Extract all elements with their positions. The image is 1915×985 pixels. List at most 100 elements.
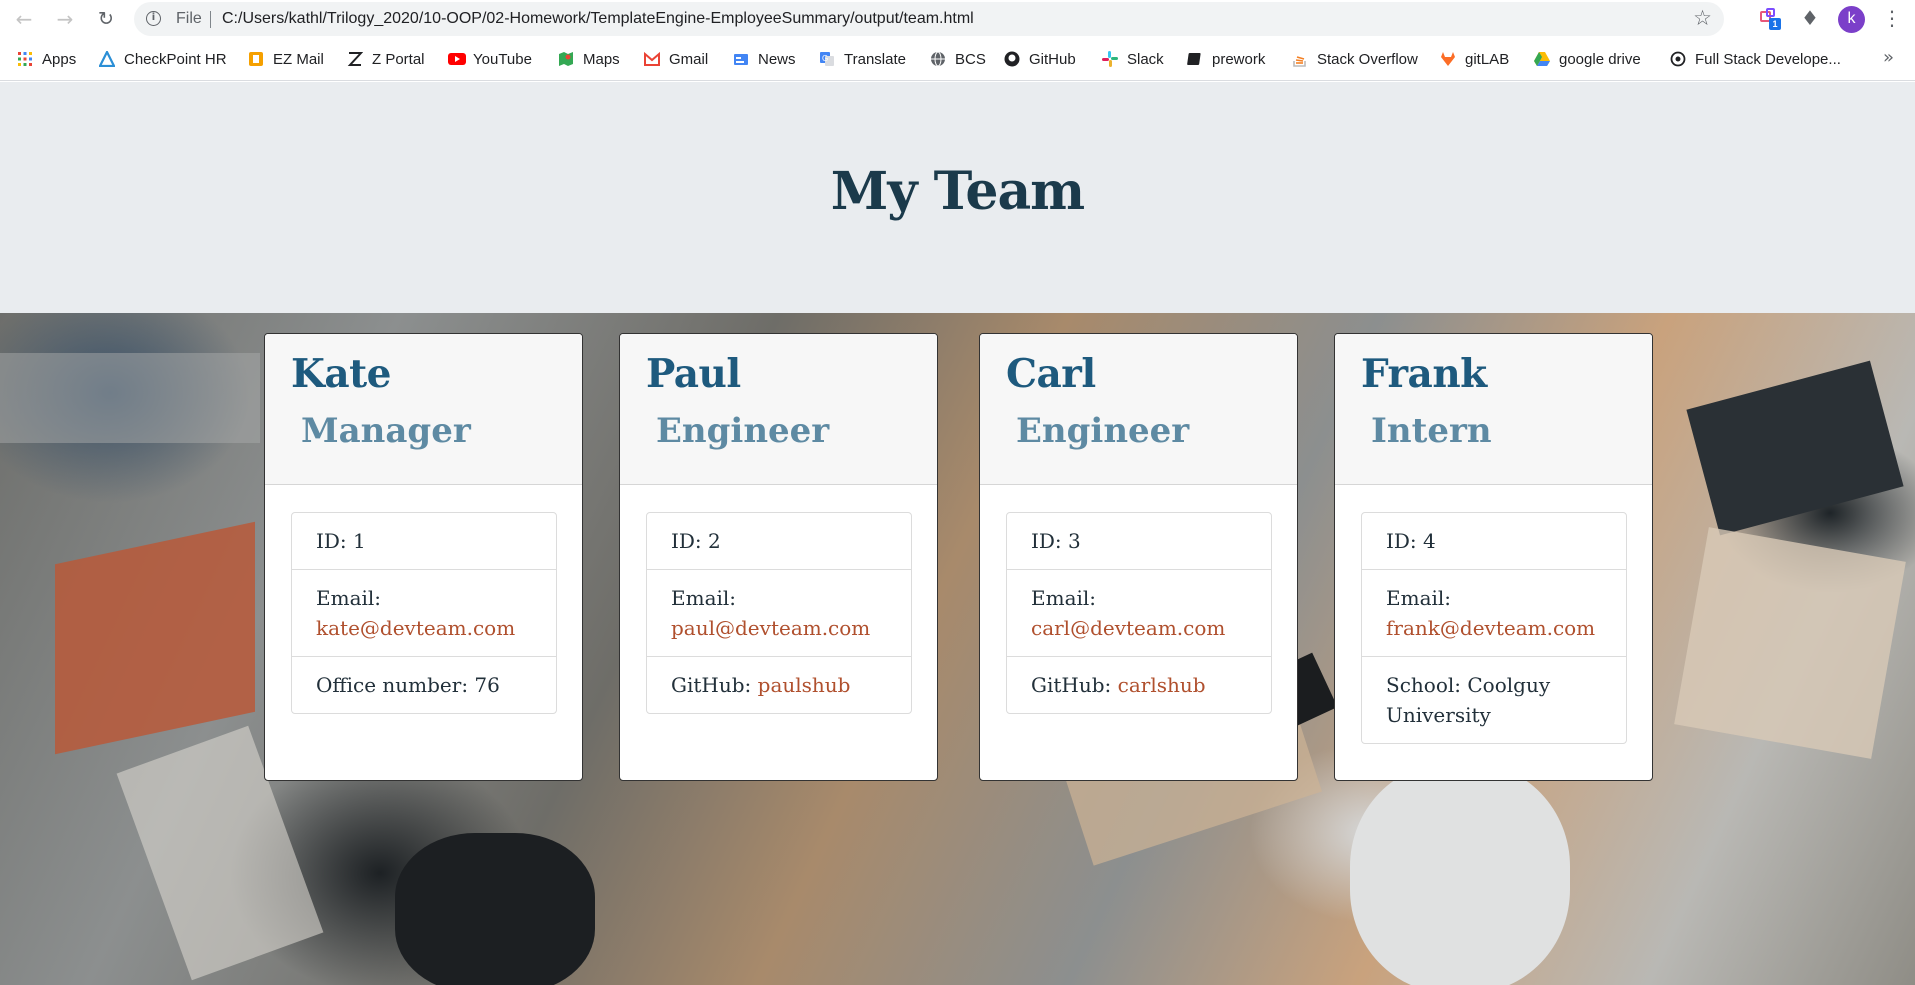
employee-name: Kate [291, 351, 392, 397]
bookmark-apps[interactable]: Apps [17, 49, 76, 69]
file-label: File [176, 10, 202, 27]
github-icon [1004, 51, 1020, 67]
bookmark-label: GitHub [1029, 50, 1076, 68]
gitlab-icon [1440, 51, 1456, 67]
bookmark-gitlab[interactable]: gitLAB [1440, 49, 1509, 69]
employee-email-item: Email: paul@devteam.com [647, 569, 911, 656]
employee-email-item: Email: kate@devteam.com [292, 569, 556, 656]
employee-name: Carl [1006, 351, 1096, 397]
employee-role: Intern [1371, 411, 1492, 451]
bookmark-z-portal[interactable]: Z Portal [347, 49, 425, 69]
slack-icon [1102, 51, 1118, 67]
google-drive-icon [1534, 51, 1550, 67]
employee-id: ID: 2 [671, 529, 721, 553]
bookmark-label: BCS [955, 50, 986, 68]
extension-icon[interactable]: 1 [1760, 8, 1782, 30]
bookmark-label: CheckPoint HR [124, 50, 227, 68]
info-icon[interactable]: i [146, 11, 161, 26]
bookmark-label: prework [1212, 50, 1266, 68]
youtube-icon [448, 51, 466, 67]
employee-role: Manager [301, 411, 471, 451]
employee-office-number: Office number: 76 [292, 656, 556, 713]
employee-id: ID: 1 [316, 529, 366, 553]
bookmark-slack[interactable]: Slack [1102, 49, 1164, 69]
bookmark-label: google drive [1559, 50, 1641, 68]
address-separator [210, 11, 211, 28]
email-link[interactable]: carl@devteam.com [1031, 616, 1225, 640]
svg-text:G: G [822, 54, 828, 63]
card-header: Frank Intern [1335, 334, 1652, 485]
translate-icon: G [819, 51, 835, 67]
bookmark-label: Z Portal [372, 50, 425, 68]
extension-badge: 1 [1769, 18, 1781, 30]
employee-card: Paul Engineer ID: 2 Email: paul@devteam.… [619, 333, 938, 781]
employee-email-item: Email: frank@devteam.com [1362, 569, 1626, 656]
bookmark-prework[interactable]: prework [1187, 49, 1265, 69]
ezmail-icon [248, 51, 264, 67]
bookmark-label: News [758, 50, 796, 68]
bookmark-checkpoint-hr[interactable]: CheckPoint HR [98, 49, 227, 69]
email-link[interactable]: paul@devteam.com [671, 616, 870, 640]
bookmark-label: YouTube [473, 50, 532, 68]
bookmark-label: Slack [1127, 50, 1164, 68]
employee-role: Engineer [1016, 411, 1190, 451]
header-jumbotron: My Team [0, 82, 1915, 313]
book-icon [1187, 51, 1203, 67]
email-label: Email: [316, 586, 382, 610]
bookmark-google-drive[interactable]: google drive [1534, 49, 1641, 69]
bookmark-label: Translate [844, 50, 906, 68]
employee-card: Kate Manager ID: 1 Email: kate@devteam.c… [264, 333, 583, 781]
bookmark-gmail[interactable]: Gmail [644, 49, 708, 69]
bookmark-translate[interactable]: G Translate [819, 49, 906, 69]
bookmark-youtube[interactable]: YouTube [448, 49, 532, 69]
card-header: Kate Manager [265, 334, 582, 485]
bookmark-label: Full Stack Develope... [1695, 50, 1841, 68]
bookmark-stack-overflow[interactable]: Stack Overflow [1292, 49, 1418, 69]
bookmark-label: Apps [42, 50, 77, 68]
email-label: Email: [1031, 586, 1097, 610]
employee-name: Paul [646, 351, 741, 397]
bookmark-label: gitLAB [1465, 50, 1510, 68]
employee-school: School: Coolguy University [1362, 656, 1626, 743]
bookmark-star-icon[interactable]: ☆ [1693, 6, 1712, 30]
address-bar[interactable]: i File C:/Users/kathl/Trilogy_2020/10-OO… [134, 2, 1724, 36]
fullstack-icon [1670, 51, 1686, 67]
bookmark-label: Gmail [669, 50, 709, 68]
reload-icon[interactable]: ↻ [95, 8, 117, 30]
bookmark-label: Maps [583, 50, 620, 68]
page-title: My Team [830, 161, 1085, 222]
globe-icon [930, 51, 946, 67]
github-label: GitHub: [671, 673, 758, 697]
back-arrow-icon[interactable]: ← [13, 8, 35, 30]
employee-details-list: ID: 3 Email: carl@devteam.com GitHub: ca… [1006, 512, 1272, 714]
bookmark-bcs[interactable]: BCS [930, 49, 986, 69]
gmail-icon [644, 51, 660, 67]
email-link[interactable]: kate@devteam.com [316, 616, 515, 640]
url-text[interactable]: C:/Users/kathl/Trilogy_2020/10-OOP/02-Ho… [222, 10, 974, 28]
card-header: Carl Engineer [980, 334, 1297, 485]
employee-details-list: ID: 4 Email: frank@devteam.com School: C… [1361, 512, 1627, 744]
menu-kebab-icon[interactable]: ⋮ [1882, 6, 1902, 30]
profile-avatar[interactable]: k [1838, 6, 1865, 33]
bookmarks-bar: Apps CheckPoint HR EZ Mail Z Portal YouT… [0, 38, 1915, 81]
employee-role: Engineer [656, 411, 830, 451]
bookmark-full-stack[interactable]: Full Stack Develope... [1670, 49, 1841, 69]
bookmark-github[interactable]: GitHub [1004, 49, 1076, 69]
bookmark-maps[interactable]: Maps [558, 49, 620, 69]
employee-github-item: GitHub: paulshub [647, 656, 911, 713]
github-link[interactable]: carlshub [1118, 673, 1206, 697]
github-link[interactable]: paulshub [758, 673, 851, 697]
stackoverflow-icon [1292, 51, 1308, 67]
apps-grid-icon [17, 51, 33, 67]
email-link[interactable]: frank@devteam.com [1386, 616, 1595, 640]
github-label: GitHub: [1031, 673, 1118, 697]
extensions-puzzle-icon[interactable]: ♦ [1801, 6, 1819, 30]
card-header: Paul Engineer [620, 334, 937, 485]
bookmarks-overflow-icon[interactable]: » [1883, 47, 1894, 68]
employee-details-list: ID: 2 Email: paul@devteam.com GitHub: pa… [646, 512, 912, 714]
bookmark-news[interactable]: News [733, 49, 796, 69]
forward-arrow-icon[interactable]: → [54, 8, 76, 30]
employee-id: ID: 3 [1031, 529, 1081, 553]
news-icon [733, 51, 749, 67]
bookmark-ez-mail[interactable]: EZ Mail [248, 49, 324, 69]
